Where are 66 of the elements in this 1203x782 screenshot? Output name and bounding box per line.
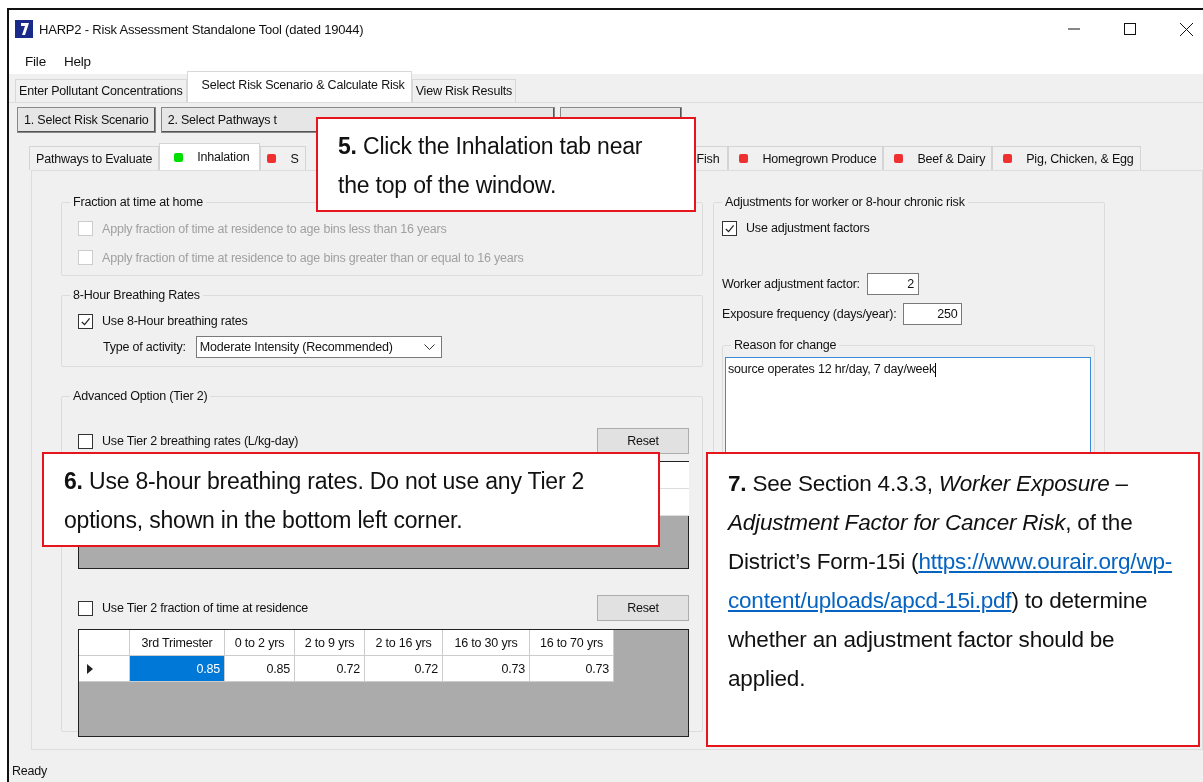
tab-label: Beef & Dairy: [917, 151, 986, 166]
tab[interactable]: View Risk Results: [411, 79, 517, 102]
activity-dropdown[interactable]: Moderate Intensity (Recommended): [195, 336, 442, 358]
table-cell[interactable]: 0.85: [130, 656, 225, 682]
column-header: 16 to 30 yrs: [443, 630, 530, 656]
status-text: Ready: [9, 760, 1203, 782]
app-icon: [15, 20, 33, 38]
tab[interactable]: Homegrown Produce: [728, 146, 884, 170]
column-header: 3rd Trimester: [130, 630, 225, 656]
group-title: 8-Hour Breathing Rates: [70, 287, 203, 303]
tab-label: Homegrown Produce: [762, 151, 877, 166]
callout-text: 7. See Section 4.3.3, Worker Exposure – Adjustment Factor for Cancer Risk, of the District’s Form-15i (https://www.ourair.org/wp- content/uploads/apcd-15i.pdf) to determine whether an adjustment factor should be applied.: [728, 470, 1174, 693]
checkmark-icon: [80, 315, 91, 327]
tab[interactable]: Pathways to Evaluate: [29, 146, 160, 170]
checkbox[interactable]: [722, 220, 737, 236]
link[interactable]: https://www.ourair.org/wp-: [918, 549, 1173, 574]
chevron-down-icon: [423, 343, 435, 351]
checkbox-label: Apply fraction of time at residence to age bins less than 16 years: [102, 221, 447, 236]
table-cell[interactable]: 0.72: [295, 656, 365, 682]
checkbox-label: Use Tier 2 breathing rates (L/kg-day): [102, 434, 299, 448]
callout-text: 5. Click the Inhalation tab near the top of the window.: [338, 132, 644, 200]
checkbox-label: Apply fraction of time at residence to age bins greater than or equal to 16 years: [102, 250, 524, 265]
number-field[interactable]: 250: [903, 303, 963, 325]
tab-label: S: [290, 151, 299, 166]
table-cell[interactable]: 0.85: [225, 656, 295, 682]
table-cell[interactable]: 0.73: [443, 656, 530, 682]
step-button[interactable]: 1. Select Risk Scenario: [17, 107, 156, 133]
tab[interactable]: Enter Pollutant Concentrations: [15, 79, 187, 102]
checkmark-icon: [724, 222, 735, 234]
checkbox[interactable]: [78, 600, 93, 616]
field-label: Worker adjustment factor:: [722, 277, 860, 291]
tab[interactable]: S: [260, 146, 306, 170]
column-header: 2 to 9 yrs: [295, 630, 365, 656]
link[interactable]: content/uploads/apcd-15i.pdf: [728, 588, 1012, 613]
checkbox-label: Use adjustment factors: [746, 221, 870, 235]
checkbox[interactable]: [78, 433, 93, 449]
table-cell[interactable]: 0.73: [530, 656, 614, 682]
group-title: Advanced Option (Tier 2): [70, 388, 211, 404]
tab[interactable]: Inhalation: [159, 143, 261, 170]
tab-label: Pathways to Evaluate: [36, 151, 153, 166]
tab-label: Fish: [696, 151, 720, 166]
column-header: 16 to 70 yrs: [530, 630, 614, 656]
number-field[interactable]: 2: [866, 273, 919, 295]
reset-button[interactable]: Reset: [597, 428, 689, 454]
checkbox-label: Use Tier 2 fraction of time at residence: [102, 601, 308, 615]
field-label: Exposure frequency (days/year):: [722, 307, 897, 321]
tab-label: Inhalation: [197, 150, 250, 164]
column-header: 2 to 16 yrs: [365, 630, 443, 656]
maximize-icon[interactable]: [1124, 23, 1136, 35]
window-title: HARP2 - Risk Assessment Standalone Tool (dated 19044): [39, 21, 364, 37]
group-title: Adjustments for worker or 8-hour chronic risk: [722, 194, 968, 210]
callout-text: 6. Use 8-hour breathing rates. Do not use any Tier 2 options, shown in the bottom left corner.: [64, 467, 586, 535]
tab-label: Pig, Chicken, & Egg: [1026, 151, 1134, 166]
checkbox[interactable]: [78, 313, 93, 329]
tab[interactable]: Select Risk Scenario & Calculate Risk: [186, 71, 412, 102]
tab[interactable]: Pig, Chicken, & Egg: [992, 146, 1141, 170]
group-title: Reason for change: [731, 337, 840, 353]
table-cell[interactable]: 0.72: [365, 656, 443, 682]
menu-item[interactable]: Help: [63, 53, 91, 69]
reset-button[interactable]: Reset: [597, 595, 689, 621]
field-label: Type of activity:: [103, 340, 186, 354]
close-icon[interactable]: [1180, 22, 1193, 36]
checkbox-label: Use 8-Hour breathing rates: [102, 314, 248, 328]
menu-item[interactable]: File: [25, 53, 46, 69]
column-header: 0 to 2 yrs: [225, 630, 295, 656]
tab[interactable]: Beef & Dairy: [883, 146, 993, 170]
